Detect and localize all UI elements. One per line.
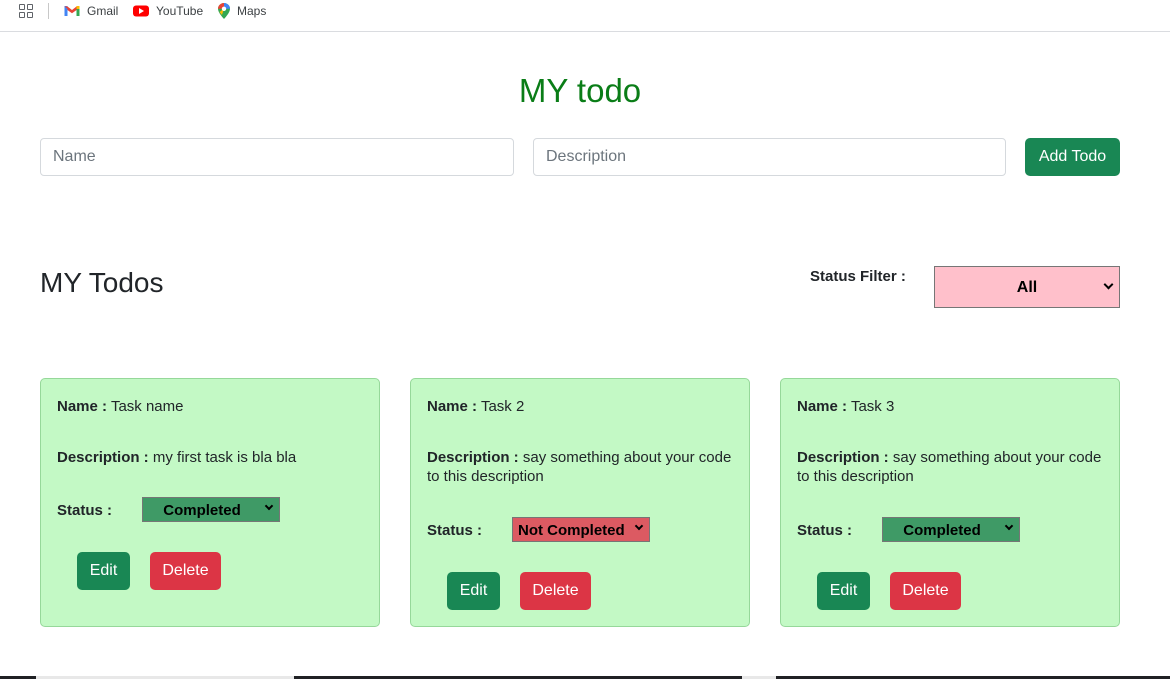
todo-name-value: Task 2 xyxy=(480,398,525,415)
chevron-down-icon xyxy=(1004,521,1014,531)
status-value: Completed xyxy=(903,522,981,539)
todo-name: Name : Task 3 xyxy=(797,397,1103,416)
chevron-down-icon xyxy=(264,501,274,511)
add-todo-button[interactable]: Add Todo xyxy=(1025,138,1120,176)
apps-grid-icon[interactable] xyxy=(19,4,33,18)
bookmark-maps[interactable]: Maps xyxy=(218,3,266,19)
bookmarks-bar: Gmail YouTube Maps xyxy=(0,0,1170,32)
todo-description-value: my first task is bla bla xyxy=(152,449,297,466)
delete-button[interactable]: Delete xyxy=(150,552,221,590)
status-value: Not Completed xyxy=(518,522,625,539)
status-label: Status : xyxy=(797,522,853,539)
bookmark-label: Maps xyxy=(237,4,267,18)
description-label: Description : xyxy=(57,449,149,466)
description-label: Description : xyxy=(427,449,519,466)
name-label: Name : xyxy=(797,398,848,415)
status-select[interactable]: Completed xyxy=(142,497,280,522)
edit-button[interactable]: Edit xyxy=(447,572,500,610)
status-label: Status : xyxy=(57,502,113,519)
delete-button[interactable]: Delete xyxy=(890,572,961,610)
todo-description: Description : say something about your c… xyxy=(797,448,1103,486)
page-title: MY todo xyxy=(518,72,642,109)
name-label: Name : xyxy=(57,398,108,415)
name-input[interactable] xyxy=(40,138,514,176)
name-label: Name : xyxy=(427,398,478,415)
description-label: Description : xyxy=(797,449,889,466)
edit-button[interactable]: Edit xyxy=(817,572,870,610)
youtube-icon xyxy=(133,5,149,17)
bookmark-label: Gmail xyxy=(87,4,119,18)
todo-name-value: Task name xyxy=(110,398,184,415)
gmail-icon xyxy=(64,6,80,16)
status-filter-select[interactable]: All xyxy=(934,266,1120,308)
delete-button[interactable]: Delete xyxy=(520,572,591,610)
status-value: Completed xyxy=(163,502,241,519)
edit-button[interactable]: Edit xyxy=(77,552,130,590)
todos-section-title: MY Todos xyxy=(40,267,164,298)
description-input[interactable] xyxy=(533,138,1006,176)
todo-description: Description : my first task is bla bla xyxy=(57,448,363,467)
bookmark-label: YouTube xyxy=(156,4,204,18)
status-filter-value: All xyxy=(1016,279,1038,296)
status-select[interactable]: Not Completed xyxy=(512,517,650,542)
bookmarks-divider xyxy=(48,3,49,19)
todo-name-value: Task 3 xyxy=(850,398,895,415)
todo-name: Name : Task 2 xyxy=(427,397,733,416)
todo-description: Description : say something about your c… xyxy=(427,448,733,486)
status-select[interactable]: Completed xyxy=(882,517,1020,542)
todo-card: Name : Task name Description : my first … xyxy=(40,378,380,627)
bookmark-gmail[interactable]: Gmail xyxy=(64,3,118,19)
status-label: Status : xyxy=(427,522,483,539)
todo-card: Name : Task 3 Description : say somethin… xyxy=(780,378,1120,627)
status-filter-label: Status Filter : xyxy=(810,268,906,285)
maps-icon xyxy=(218,3,230,19)
todo-name: Name : Task name xyxy=(57,397,363,416)
bookmark-youtube[interactable]: YouTube xyxy=(133,3,203,19)
todo-card: Name : Task 2 Description : say somethin… xyxy=(410,378,750,627)
